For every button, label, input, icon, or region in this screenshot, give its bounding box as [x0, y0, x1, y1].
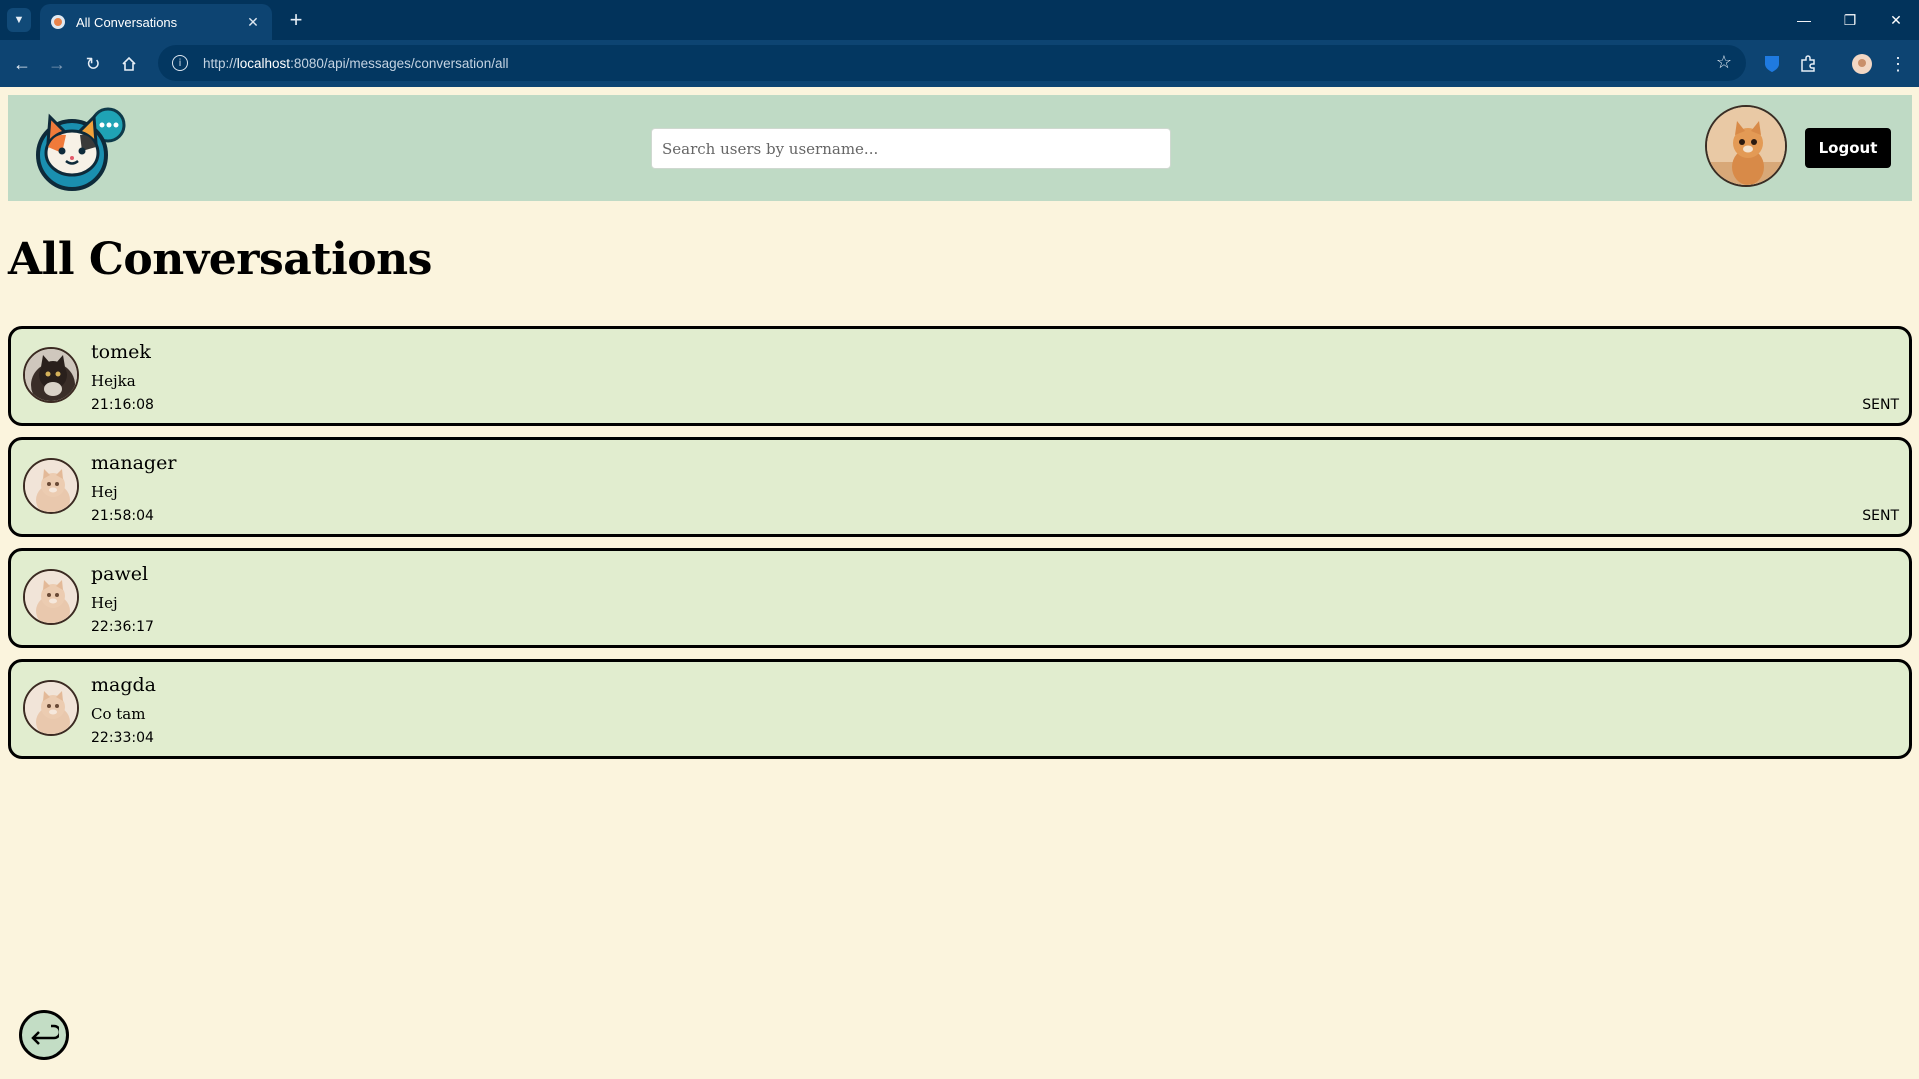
favicon-icon [51, 15, 65, 29]
browser-tab-bar: ▼ All Conversations ✕ + — ❐ ✕ [0, 0, 1919, 40]
return-arrow-icon [31, 1024, 59, 1045]
conversation-last-message: Co tam [91, 705, 146, 723]
restore-icon[interactable]: ❐ [1827, 0, 1873, 40]
bookmark-star-icon[interactable]: ☆ [1716, 52, 1732, 73]
browser-tab[interactable]: All Conversations ✕ [40, 4, 272, 40]
browser-menu-icon[interactable]: ⋮ [1886, 52, 1910, 76]
tab-search-chevron-icon[interactable]: ▼ [7, 8, 31, 32]
minimize-icon[interactable]: — [1781, 0, 1827, 40]
conversation-timestamp: 21:58:04 [91, 508, 154, 524]
conversation-username: tomek [91, 341, 151, 363]
conversation-username: manager [91, 452, 177, 474]
home-icon[interactable] [115, 50, 143, 78]
user-profile-avatar[interactable] [1705, 105, 1787, 187]
url-scheme: http:// [203, 55, 237, 71]
conversation-timestamp: 22:36:17 [91, 619, 154, 635]
conversation-username: magda [91, 674, 156, 696]
orange-cat-avatar-icon [1707, 107, 1785, 185]
profile-avatar-icon[interactable] [1850, 52, 1874, 76]
back-arrow-icon[interactable]: ← [8, 50, 36, 78]
cream-cat-avatar-icon [25, 571, 77, 623]
conversation-last-message: Hejka [91, 372, 136, 390]
conversation-avatar [23, 347, 79, 403]
bitwarden-shield-icon[interactable] [1760, 52, 1784, 76]
site-info-icon[interactable]: i [172, 55, 188, 71]
conversation-timestamp: 21:16:08 [91, 397, 154, 413]
conversation-list: tomek Hejka 21:16:08 SENT manager Hej 21… [8, 326, 1912, 770]
cream-cat-avatar-icon [25, 460, 77, 512]
address-bar[interactable]: i http://localhost:8080/api/messages/con… [158, 45, 1746, 81]
tab-title: All Conversations [76, 14, 178, 30]
conversation-avatar [23, 680, 79, 736]
url-path: :8080/api/messages/conversation/all [290, 55, 509, 71]
conversation-card[interactable]: tomek Hejka 21:16:08 SENT [8, 326, 1912, 426]
extensions-puzzle-icon[interactable] [1796, 52, 1820, 76]
url-text: http://localhost:8080/api/messages/conve… [203, 56, 508, 71]
window-close-icon[interactable]: ✕ [1873, 0, 1919, 40]
browser-toolbar: ← → ↻ i http://localhost:8080/api/messag… [0, 40, 1919, 87]
message-status: SENT [1862, 397, 1899, 413]
search-users-input[interactable] [651, 128, 1171, 169]
logout-button[interactable]: Logout [1805, 128, 1891, 168]
conversation-card[interactable]: pawel Hej 22:36:17 [8, 548, 1912, 648]
conversation-card[interactable]: magda Co tam 22:33:04 [8, 659, 1912, 759]
dark-cat-avatar-icon [25, 349, 77, 401]
cat-chat-logo-icon[interactable] [34, 103, 126, 195]
return-button[interactable] [19, 1010, 69, 1060]
cream-cat-avatar-icon [25, 682, 77, 734]
conversation-last-message: Hej [91, 483, 118, 501]
conversation-avatar [23, 569, 79, 625]
reload-icon[interactable]: ↻ [79, 50, 107, 78]
app-header: Logout [8, 95, 1912, 201]
page-title: All Conversations [8, 234, 432, 285]
conversation-avatar [23, 458, 79, 514]
message-status: SENT [1862, 508, 1899, 524]
conversation-username: pawel [91, 563, 149, 585]
forward-arrow-icon[interactable]: → [43, 50, 71, 78]
new-tab-plus-icon[interactable]: + [282, 6, 310, 34]
url-host: localhost [236, 55, 291, 71]
tab-close-icon[interactable]: ✕ [244, 14, 262, 31]
conversation-card[interactable]: manager Hej 21:58:04 SENT [8, 437, 1912, 537]
conversation-timestamp: 22:33:04 [91, 730, 154, 746]
conversation-last-message: Hej [91, 594, 118, 612]
